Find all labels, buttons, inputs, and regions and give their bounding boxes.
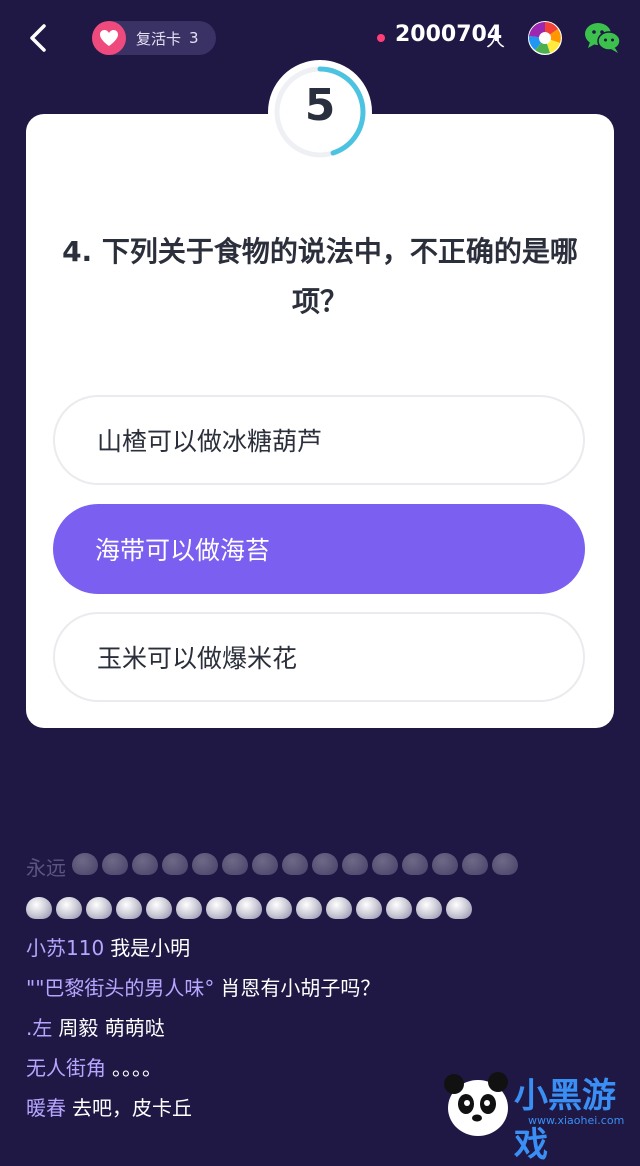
emoji-icon — [432, 853, 459, 875]
emoji-icon — [102, 853, 129, 875]
chat-message: .左 周毅 萌萌哒 — [26, 1008, 626, 1048]
emoji-icon — [492, 853, 519, 875]
emoji-icon — [132, 853, 159, 875]
revive-card-count: 3 — [189, 29, 199, 47]
emoji-icon — [282, 853, 309, 875]
revive-card-label: 复活卡 — [136, 29, 182, 48]
emoji-icon — [386, 897, 412, 919]
emoji-icon — [86, 897, 112, 919]
share-wechat-button[interactable] — [584, 20, 622, 56]
share-moments-button[interactable] — [527, 20, 563, 56]
wechat-icon — [585, 23, 621, 53]
chat-message: 小苏110 我是小明 — [26, 928, 626, 968]
chat-username: ""巴黎街头的男人味° — [26, 976, 215, 1000]
answer-option-label: 海带可以做海苔 — [95, 536, 271, 565]
heart-icon — [92, 21, 126, 55]
emoji-icon — [176, 897, 202, 919]
emoji-icon — [192, 853, 219, 875]
emoji-icon — [372, 853, 399, 875]
panda-icon — [444, 1072, 508, 1136]
chat-username: 无人街角 — [26, 1056, 106, 1080]
chat-text: 肖恩有小胡子吗？ — [220, 976, 381, 1000]
chat-username: 永远 — [26, 856, 66, 880]
emoji-icon — [116, 897, 142, 919]
back-button[interactable] — [22, 20, 58, 56]
revive-card-badge[interactable]: 复活卡 3 — [92, 21, 216, 55]
emoji-icon — [446, 897, 472, 919]
emoji-icon — [206, 897, 232, 919]
chat-username: .左 — [26, 1016, 53, 1040]
emoji-icon — [356, 897, 382, 919]
emoji-icon — [296, 897, 322, 919]
emoji-row — [72, 853, 522, 880]
emoji-icon — [402, 853, 429, 875]
online-indicator-dot — [377, 34, 385, 42]
watermark-logo: 小黑游戏 www.xiaohei.com — [440, 1060, 640, 1165]
chat-text: 我是小明 — [110, 936, 191, 960]
watermark-url: www.xiaohei.com — [528, 1114, 625, 1127]
answer-option-label: 山楂可以做冰糖葫芦 — [97, 427, 323, 456]
emoji-icon — [312, 853, 339, 875]
chat-username: 暖春 — [26, 1096, 66, 1120]
aperture-icon — [528, 21, 562, 55]
chat-message: 永远 — [26, 848, 626, 888]
emoji-icon — [252, 853, 279, 875]
emoji-icon — [462, 853, 489, 875]
emoji-icon — [416, 897, 442, 919]
emoji-row — [26, 888, 626, 928]
emoji-icon — [326, 897, 352, 919]
emoji-icon — [342, 853, 369, 875]
chat-text: 。。。。 — [112, 1056, 162, 1080]
chat-message: ""巴黎街头的男人味° 肖恩有小胡子吗？ — [26, 968, 626, 1008]
chat-username: 小苏110 — [26, 936, 105, 960]
online-unit: 人 — [486, 29, 506, 51]
countdown-timer: 5 — [304, 80, 336, 131]
emoji-icon — [56, 897, 82, 919]
answer-option-label: 玉米可以做爆米花 — [97, 644, 298, 673]
emoji-icon — [26, 897, 52, 919]
chat-text: 去吧，皮卡丘 — [72, 1096, 192, 1120]
chevron-left-icon — [30, 24, 46, 52]
chat-text: 周毅 萌萌哒 — [58, 1016, 165, 1040]
emoji-icon — [222, 853, 249, 875]
emoji-icon — [162, 853, 189, 875]
emoji-icon — [266, 897, 292, 919]
answer-option-1[interactable]: 山楂可以做冰糖葫芦 — [53, 395, 585, 485]
emoji-icon — [72, 853, 99, 875]
answer-option-2[interactable]: 海带可以做海苔 — [53, 504, 585, 594]
answer-option-3[interactable]: 玉米可以做爆米花 — [53, 612, 585, 702]
emoji-icon — [236, 897, 262, 919]
question-text: 4. 下列关于食物的说法中，不正确的是哪项？ — [62, 235, 578, 318]
emoji-icon — [146, 897, 172, 919]
